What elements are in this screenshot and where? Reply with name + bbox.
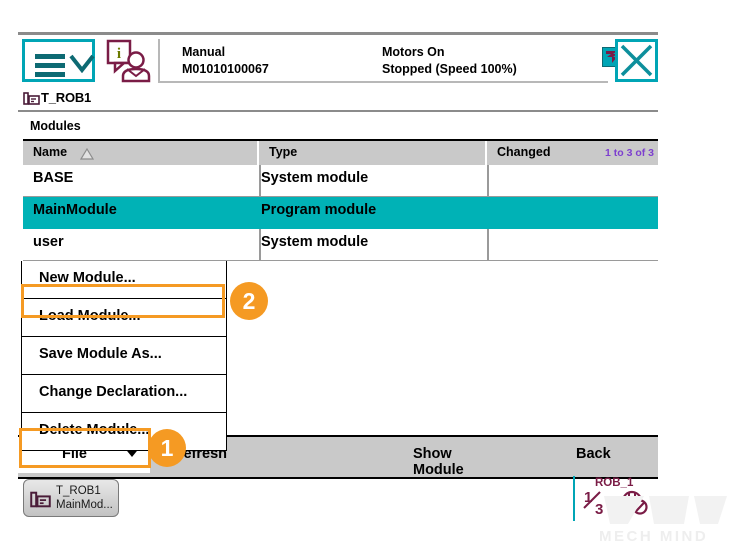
info-operator-icon[interactable]: i	[105, 39, 153, 83]
motors-state-label: Motors On	[382, 45, 445, 59]
column-header-changed[interactable]: Changed 1 to 3 of 3	[487, 141, 658, 165]
robot-status-panel[interactable]: ROB_1 1 3	[573, 476, 658, 521]
robot-teach-pendant-window: i Manual M01010100067 Motors On Stopped …	[18, 32, 658, 479]
cell-divider	[487, 229, 489, 260]
table-row[interactable]: BASE System module	[23, 165, 658, 197]
mech-mind-watermark-text: MECH MIND	[599, 528, 709, 545]
module-name: MainModule	[33, 202, 117, 218]
module-type: System module	[261, 170, 369, 186]
close-button[interactable]	[615, 39, 658, 82]
back-button-label: Back	[576, 446, 611, 462]
main-menu-button[interactable]	[22, 39, 95, 82]
sort-ascending-caret	[80, 148, 94, 160]
status-panel[interactable]: Manual M01010100067 Motors On Stopped (S…	[158, 39, 622, 83]
operating-mode-label: Manual	[182, 45, 226, 59]
execution-state-label: Stopped (Speed 100%)	[382, 62, 517, 76]
taskbar-item-line2: MainMod...	[56, 499, 113, 511]
menu-item-new-module[interactable]: New Module...	[22, 261, 226, 299]
robot-task-icon	[30, 491, 51, 508]
menu-item-label: Load Module...	[39, 308, 141, 324]
module-type: System module	[261, 234, 369, 250]
active-task-label: T_ROB1	[41, 90, 92, 105]
show-module-button-label: Show Module	[413, 446, 464, 478]
column-header-type-label: Type	[269, 145, 298, 159]
module-name: user	[33, 234, 64, 250]
module-type: Program module	[261, 202, 377, 218]
modules-table: Name Type Changed 1 to 3 of 3 BASE Syste…	[23, 139, 658, 261]
table-header-row: Name Type Changed 1 to 3 of 3	[23, 139, 658, 165]
menu-item-save-module-as[interactable]: Save Module As...	[22, 337, 226, 375]
table-row[interactable]: MainModule Program module	[23, 197, 658, 229]
modules-section-label: Modules	[30, 119, 81, 133]
menu-item-load-module[interactable]: Load Module...	[22, 299, 226, 337]
menu-item-label: Save Module As...	[39, 346, 162, 362]
hamburger-menu-icon	[35, 54, 65, 81]
menu-item-label: Delete Module...	[39, 422, 150, 438]
robot-task-icon	[23, 92, 40, 105]
cell-divider	[487, 165, 489, 196]
file-context-menu: New Module... Load Module... Save Module…	[21, 261, 227, 451]
taskbar-item-line1: T_ROB1	[56, 485, 101, 497]
column-header-changed-label: Changed	[497, 145, 551, 159]
active-task-row: T_ROB1	[18, 87, 658, 112]
svg-text:3: 3	[595, 501, 603, 518]
divider	[18, 110, 658, 112]
no-motion-supervision-icon	[621, 490, 648, 515]
cell-divider	[487, 197, 489, 228]
annotation-badge-1: 1	[148, 429, 186, 467]
table-row[interactable]: user System module	[23, 229, 658, 261]
axis-fraction-indicator: 1 3	[583, 489, 603, 518]
taskbar: T_ROB1 MainMod... ROB_1 1 3	[18, 476, 658, 524]
controller-id-label: M01010100067	[182, 62, 269, 76]
column-header-type[interactable]: Type	[259, 141, 487, 165]
module-name: BASE	[33, 170, 74, 186]
column-header-name[interactable]: Name	[23, 141, 259, 165]
svg-text:i: i	[117, 46, 121, 62]
menu-item-label: Change Declaration...	[39, 384, 188, 400]
taskbar-item-t-rob1[interactable]: T_ROB1 MainMod...	[23, 479, 119, 517]
menu-item-change-declaration[interactable]: Change Declaration...	[22, 375, 226, 413]
close-icon	[620, 44, 653, 77]
annotation-badge-2: 2	[230, 282, 268, 320]
header-bar: i Manual M01010100067 Motors On Stopped …	[18, 35, 658, 87]
menu-item-delete-module[interactable]: Delete Module...	[22, 413, 226, 450]
row-range-count: 1 to 3 of 3	[604, 147, 654, 159]
menu-item-label: New Module...	[39, 270, 136, 286]
chevron-down-icon	[69, 54, 95, 73]
column-header-name-label: Name	[33, 145, 68, 159]
